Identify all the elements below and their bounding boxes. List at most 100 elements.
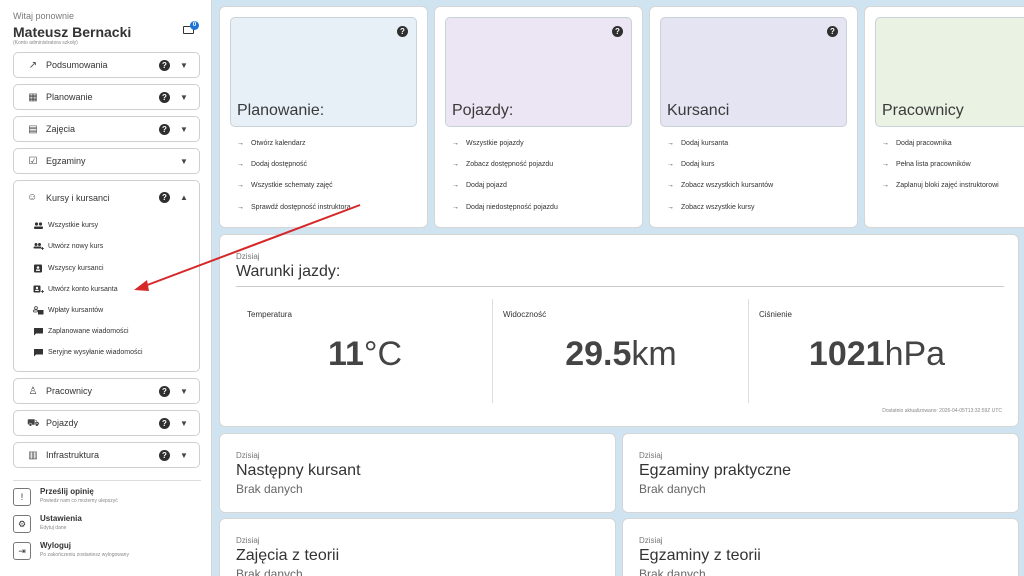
help-icon[interactable]: ? [159, 92, 170, 103]
link-label: Dodaj dostępność [251, 161, 308, 168]
sidebar: Witaj ponownie Mateusz Bernacki (Konto a… [0, 0, 212, 576]
link-label: Dodaj pracownika [896, 140, 952, 147]
quick-tile[interactable]: Pracownicy [875, 17, 1024, 127]
quick-link[interactable]: → Zaplanuj bloki zajęć instruktorowi [882, 182, 999, 189]
link-label: Sprawdź dostępność instruktora [251, 204, 351, 211]
arrow-right-icon: → [667, 140, 674, 147]
chevron-down-icon[interactable]: ▼ [180, 387, 188, 396]
quick-tile[interactable]: ? Planowanie: [230, 17, 417, 127]
link-label: Wszystkie pojazdy [466, 140, 524, 147]
menu-label[interactable]: Kursy i kursanci [46, 193, 110, 203]
quick-card-planowanie: ? Planowanie: → Otwórz kalendarz → Dodaj d… [219, 6, 428, 228]
settings-button[interactable]: ⚙ Ustawienia Edytuj dane [13, 513, 203, 535]
help-icon[interactable]: ? [827, 26, 838, 37]
info-today: Dzisiaj [639, 536, 663, 545]
arrow-right-icon: → [667, 182, 674, 189]
metric-label: Ciśnienie [759, 310, 792, 319]
quick-link[interactable]: → Otwórz kalendarz [237, 140, 305, 147]
footer-title: Prześlij opinię [40, 487, 94, 496]
metric-pressure: Ciśnienie 1021hPa [749, 295, 1005, 405]
info-title: Następny kursant [236, 462, 361, 479]
menu-planowanie[interactable]: ▦ Planowanie ? ▼ [13, 84, 200, 110]
help-icon[interactable]: ? [159, 386, 170, 397]
menu-pracownicy[interactable]: ♙ Pracownicy ? ▼ [13, 378, 200, 404]
id-badge-icon [34, 264, 42, 273]
menu-egzaminy[interactable]: ☑ Egzaminy ▼ [13, 148, 200, 174]
chevron-down-icon[interactable]: ▼ [180, 419, 188, 428]
menu-zajecia[interactable]: ▤ Zajęcia ? ▼ [13, 116, 200, 142]
feedback-button[interactable]: ! Prześlij opinię Powiedz nam co możemy … [13, 486, 203, 508]
link-label: Zobacz dostępność pojazdu [466, 161, 554, 168]
quick-title: Planowanie: [237, 102, 325, 119]
weather-card: Dzisiaj Warunki jazdy: Temperatura 11°C … [219, 234, 1019, 427]
help-icon[interactable]: ? [397, 26, 408, 37]
quick-link[interactable]: → Dodaj kursanta [667, 140, 728, 147]
info-card-theory-classes: Dzisiaj Zajęcia z teorii Brak danych [219, 518, 616, 576]
chevron-down-icon[interactable]: ▼ [180, 93, 188, 102]
quick-link[interactable]: → Zobacz wszystkich kursantów [667, 182, 773, 189]
quick-link[interactable]: → Dodaj niedostępność pojazdu [452, 204, 558, 211]
chevron-up-icon[interactable]: ▲ [180, 193, 188, 202]
submenu-label: Wszyscy kursanci [48, 265, 104, 272]
metric-label: Temperatura [247, 310, 292, 319]
account-type: (Konto administratora szkoły) [13, 40, 78, 46]
arrow-right-icon: → [667, 204, 674, 211]
menu-infrastruktura[interactable]: ▥ Infrastruktura ? ▼ [13, 442, 200, 468]
quick-link[interactable]: → Dodaj dostępność [237, 161, 307, 168]
submenu-label: Zaplanowane wiadomości [48, 328, 129, 335]
quick-link[interactable]: → Sprawdź dostępność instruktora [237, 204, 351, 211]
link-label: Pełna lista pracowników [896, 161, 971, 168]
quick-link[interactable]: → Wszystkie schematy zajęć [237, 182, 333, 189]
trending-up-icon: ↗ [28, 60, 38, 71]
divider [236, 286, 1004, 287]
quick-link[interactable]: → Dodaj pojazd [452, 182, 507, 189]
info-today: Dzisiaj [236, 451, 260, 460]
quick-link[interactable]: → Zobacz dostępność pojazdu [452, 161, 553, 168]
arrow-right-icon: → [452, 140, 459, 147]
quick-link[interactable]: → Dodaj pracownika [882, 140, 952, 147]
welcome-text: Witaj ponownie [13, 11, 75, 21]
messages-button[interactable]: 0 [183, 21, 199, 36]
link-label: Dodaj niedostępność pojazdu [466, 204, 558, 211]
submenu-label: Wpłaty kursantów [48, 307, 104, 314]
link-label: Wszystkie schematy zajęć [251, 182, 333, 189]
help-icon[interactable]: ? [159, 418, 170, 429]
arrow-right-icon: → [452, 161, 459, 168]
arrow-right-icon: → [667, 161, 674, 168]
building-icon: ▥ [28, 450, 38, 461]
info-value: Brak danych [236, 482, 303, 496]
help-icon[interactable]: ? [612, 26, 623, 37]
clipboard-check-icon: ☑ [28, 156, 38, 167]
arrow-right-icon: → [237, 140, 244, 147]
chevron-down-icon[interactable]: ▼ [180, 157, 188, 166]
arrow-right-icon: → [237, 161, 244, 168]
people-add-icon [33, 243, 44, 250]
quick-link[interactable]: → Dodaj kurs [667, 161, 714, 168]
weather-today: Dzisiaj [236, 252, 260, 261]
people-icon [34, 222, 43, 229]
logout-icon: ⇥ [13, 542, 31, 560]
chevron-down-icon[interactable]: ▼ [180, 125, 188, 134]
quick-card-kursanci: ? Kursanci → Dodaj kursanta → Dodaj kurs →… [649, 6, 858, 228]
chevron-down-icon[interactable]: ▼ [180, 451, 188, 460]
quick-link[interactable]: → Zobacz wszystkie kursy [667, 204, 755, 211]
quick-link[interactable]: → Wszystkie pojazdy [452, 140, 524, 147]
chevron-down-icon[interactable]: ▼ [180, 61, 188, 70]
info-today: Dzisiaj [639, 451, 663, 460]
help-icon[interactable]: ? [159, 450, 170, 461]
menu-pojazdy[interactable]: ⛟ Pojazdy ? ▼ [13, 410, 200, 436]
menu-label: Zajęcia [46, 124, 76, 134]
menu-podsumowania[interactable]: ↗ Podsumowania ? ▼ [13, 52, 200, 78]
logout-button[interactable]: ⇥ Wyloguj Po zakończeniu zostaniesz wylo… [13, 540, 203, 562]
help-icon[interactable]: ? [159, 60, 170, 71]
help-icon[interactable]: ? [159, 124, 170, 135]
arrow-right-icon: → [237, 204, 244, 211]
metric-value: 29.5km [565, 335, 677, 373]
arrow-right-icon: → [882, 182, 889, 189]
quick-tile[interactable]: ? Kursanci [660, 17, 847, 127]
link-label: Dodaj kurs [681, 161, 715, 168]
quick-link[interactable]: → Pełna lista pracowników [882, 161, 971, 168]
quick-tile[interactable]: ? Pojazdy: [445, 17, 632, 127]
help-icon[interactable]: ? [159, 192, 170, 203]
info-value: Brak danych [639, 567, 706, 576]
